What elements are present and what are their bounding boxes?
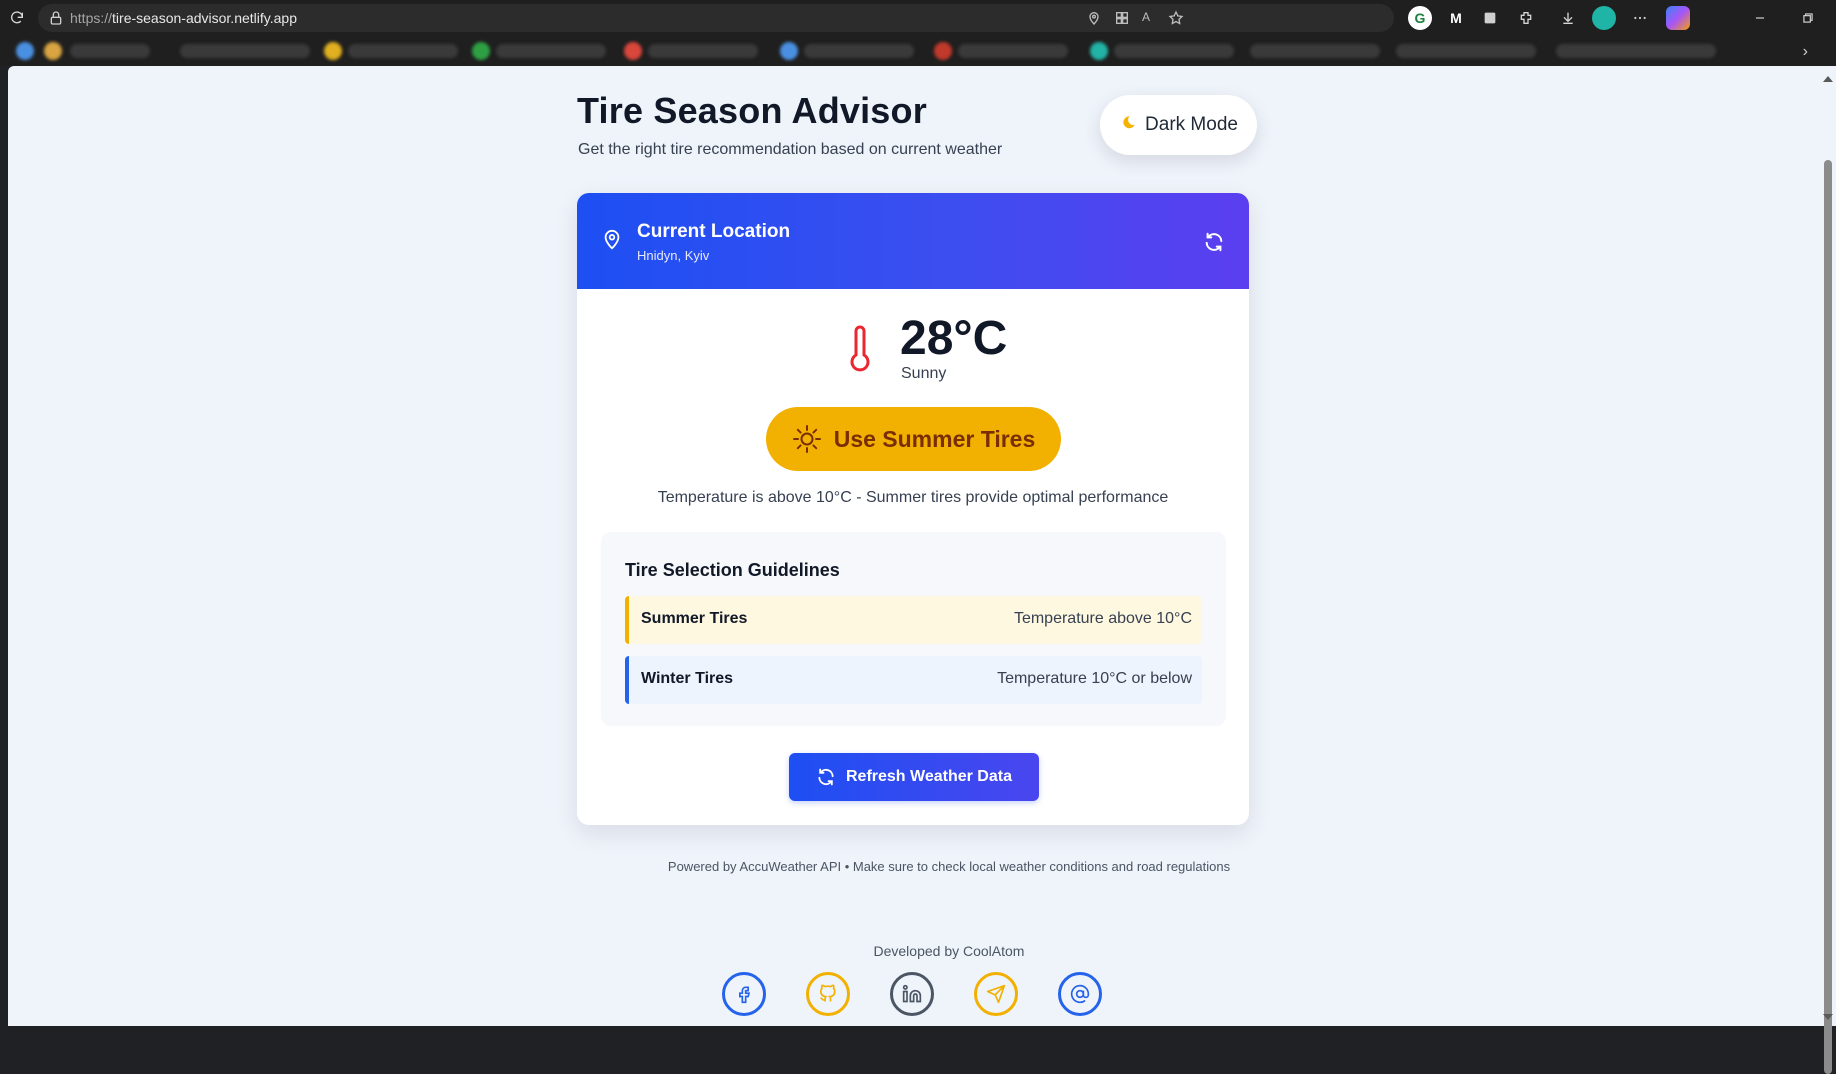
guideline-row-winter: Winter Tires Temperature 10°C or below <box>625 656 1202 704</box>
extensions-puzzle-icon[interactable] <box>1514 6 1538 30</box>
downloads-icon[interactable] <box>1556 6 1580 30</box>
bookmark-item[interactable] <box>1396 44 1536 58</box>
map-pin-icon <box>601 229 623 251</box>
guideline-row-summer: Summer Tires Temperature above 10°C <box>625 596 1202 644</box>
bookmark-favicon-icon[interactable] <box>44 42 62 60</box>
profile-avatar-icon[interactable] <box>1592 6 1616 30</box>
reload-icon[interactable] <box>6 7 28 29</box>
bookmark-item[interactable] <box>180 44 310 58</box>
location-place: Hnidyn, Kyiv <box>637 248 710 263</box>
guideline-name: Winter Tires <box>641 670 734 687</box>
more-menu-icon[interactable] <box>1628 6 1652 30</box>
bookmark-item[interactable] <box>1556 44 1716 58</box>
tire-recommendation-badge: Use Summer Tires <box>766 407 1061 471</box>
guidelines-title: Tire Selection Guidelines <box>625 560 840 580</box>
bookmark-item[interactable] <box>958 44 1068 58</box>
chevron-right-icon[interactable]: › <box>1803 43 1808 61</box>
bookmark-item[interactable] <box>496 44 606 58</box>
lock-icon <box>48 10 64 26</box>
bookmark-favicon-icon[interactable] <box>934 42 952 60</box>
developer-credit: Developed by CoolAtom <box>8 943 1818 959</box>
bookmark-item[interactable] <box>1250 44 1380 58</box>
bookmark-favicon-icon[interactable] <box>324 42 342 60</box>
extension-m-icon[interactable]: M <box>1444 6 1468 30</box>
linkedin-link[interactable] <box>890 972 934 1016</box>
dark-mode-label: Dark Mode <box>1145 114 1238 135</box>
dark-mode-toggle[interactable]: Dark Mode <box>1100 95 1257 155</box>
facebook-link[interactable] <box>722 972 766 1016</box>
weather-condition: Sunny <box>901 365 947 382</box>
temperature-value: 28°C <box>900 312 1008 365</box>
scroll-down-arrow-icon[interactable] <box>1823 1014 1833 1020</box>
favorite-star-icon[interactable] <box>1168 10 1184 26</box>
tire-guidelines-panel: Tire Selection Guidelines Summer Tires T… <box>601 532 1226 726</box>
sun-icon <box>792 424 822 454</box>
address-bar[interactable]: https://tire-season-advisor.netlify.app … <box>38 4 1394 32</box>
thermometer-icon <box>847 325 873 373</box>
location-header: Current Location Hnidyn, Kyiv <box>577 193 1249 289</box>
scrollbar-thumb[interactable] <box>1824 160 1832 1074</box>
grid-icon[interactable] <box>1114 10 1130 26</box>
linkedin-icon <box>902 984 922 1003</box>
powered-by-text: Powered by AccuWeather API • Make sure t… <box>667 859 1231 874</box>
grammarly-extension-icon[interactable]: G <box>1408 6 1432 30</box>
minimize-icon[interactable] <box>1748 6 1772 30</box>
restore-icon[interactable] <box>1796 6 1820 30</box>
bookmark-item[interactable] <box>348 44 458 58</box>
url-scheme: https:// <box>70 10 113 26</box>
email-link[interactable] <box>1058 972 1102 1016</box>
guideline-condition: Temperature above 10°C <box>1013 610 1192 627</box>
bookmark-favicon-icon[interactable] <box>780 42 798 60</box>
copilot-icon[interactable] <box>1666 6 1690 30</box>
page-viewport: Tire Season Advisor Get the right tire r… <box>8 66 1818 1026</box>
bookmark-favicon-icon[interactable] <box>624 42 642 60</box>
bookmark-favicon-icon[interactable] <box>1090 42 1108 60</box>
bookmarks-bar: › <box>0 36 1836 66</box>
bookmark-item[interactable] <box>1114 44 1234 58</box>
moon-icon <box>1119 114 1137 137</box>
scroll-up-arrow-icon[interactable] <box>1823 76 1833 82</box>
extension-square-icon[interactable] <box>1478 6 1502 30</box>
bookmark-item[interactable] <box>804 44 914 58</box>
telegram-link[interactable] <box>974 972 1018 1016</box>
guideline-name: Summer Tires <box>641 610 748 627</box>
refresh-button-label: Refresh Weather Data <box>846 768 1012 785</box>
bookmark-item[interactable] <box>70 44 150 58</box>
developer-credit-text: Developed by CoolAtom <box>873 943 1025 959</box>
refresh-weather-button[interactable]: Refresh Weather Data <box>789 753 1039 801</box>
github-link[interactable] <box>806 972 850 1016</box>
refresh-icon <box>816 767 836 787</box>
read-aloud-icon[interactable]: A <box>1142 10 1158 26</box>
bookmark-favicon-icon[interactable] <box>472 42 490 60</box>
location-icon[interactable] <box>1086 10 1102 26</box>
url-text[interactable]: https://tire-season-advisor.netlify.app <box>70 10 297 26</box>
refresh-icon[interactable] <box>1203 231 1225 253</box>
email-icon <box>1070 984 1090 1004</box>
bookmark-item[interactable] <box>648 44 758 58</box>
browser-toolbar: https://tire-season-advisor.netlify.app … <box>0 0 1836 36</box>
guideline-condition: Temperature 10°C or below <box>997 670 1192 687</box>
facebook-icon <box>739 986 751 1004</box>
recommendation-label: Use Summer Tires <box>833 425 1036 452</box>
powered-by-note: Powered by AccuWeather API • Make sure t… <box>8 859 1818 874</box>
telegram-icon <box>986 984 1006 1004</box>
weather-card: Current Location Hnidyn, Kyiv 28°C Sunny… <box>577 193 1249 825</box>
github-icon <box>819 984 836 1002</box>
page-subtitle: Get the right tire recommendation based … <box>578 141 1003 158</box>
bookmark-favicon-icon[interactable] <box>16 42 34 60</box>
page-scrollbar[interactable] <box>1818 66 1836 1074</box>
url-host: tire-season-advisor.netlify.app <box>112 10 297 26</box>
recommendation-note: Temperature is above 10°C - Summer tires… <box>657 489 1169 506</box>
location-title: Current Location <box>637 221 791 242</box>
page-title: Tire Season Advisor <box>577 90 927 131</box>
